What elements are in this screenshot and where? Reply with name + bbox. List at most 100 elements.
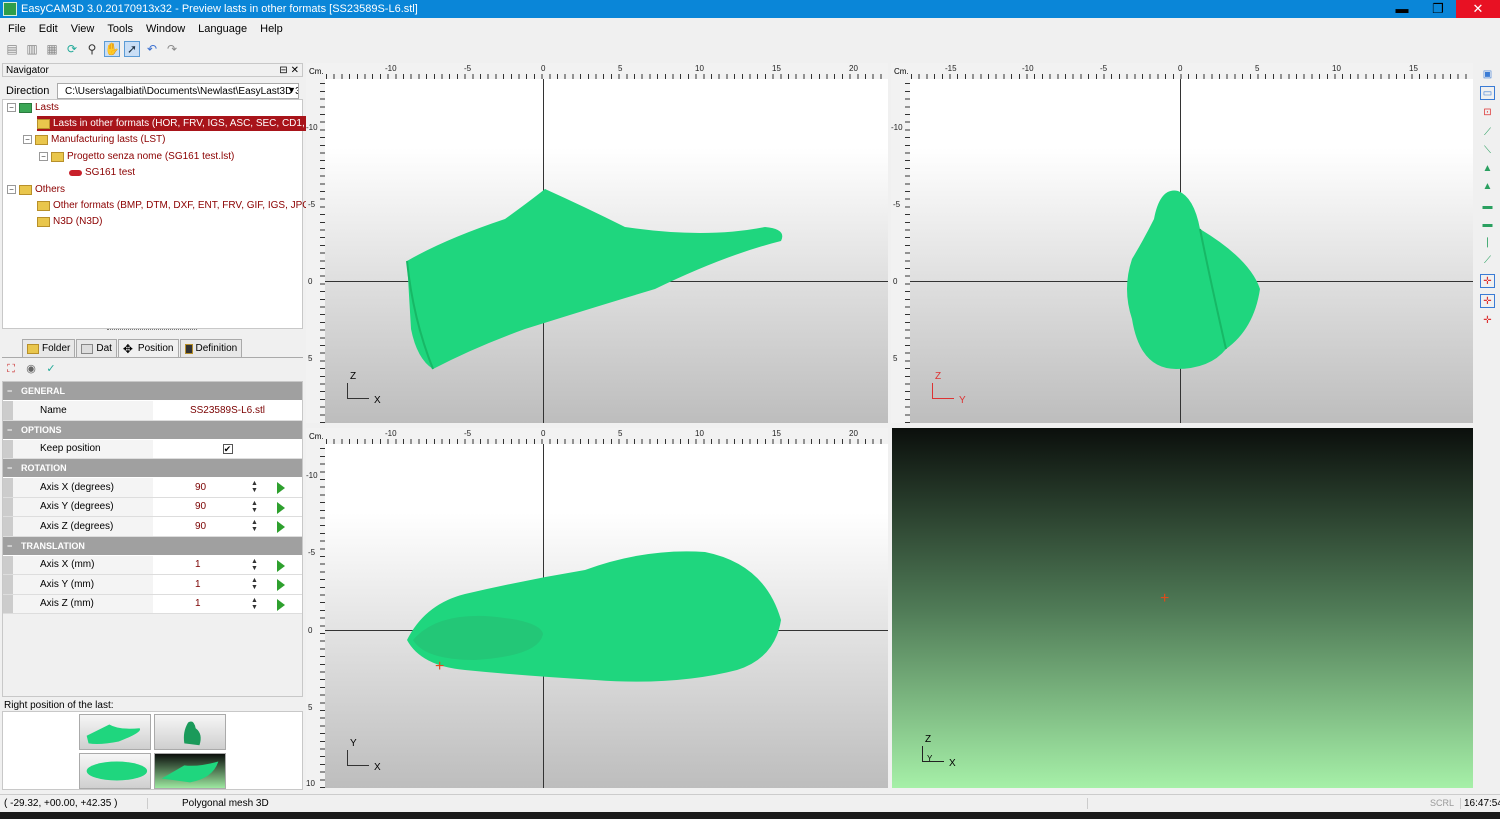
- print-icon[interactable]: ▥: [24, 41, 40, 57]
- play-arrow-icon[interactable]: [277, 482, 285, 494]
- tree-toggle[interactable]: −: [7, 185, 16, 194]
- trans-y-input[interactable]: 1: [195, 579, 201, 590]
- tree-node-lasts[interactable]: − Lasts: [7, 100, 59, 115]
- axis-toggle-alt-icon[interactable]: ✛: [1480, 294, 1495, 308]
- folder-icon: [35, 134, 48, 145]
- zoom-icon[interactable]: ⚲: [84, 41, 100, 57]
- tick-label: -5: [308, 200, 316, 209]
- trans-y-cell: 1 ▲ ▼: [153, 575, 302, 594]
- menu-edit[interactable]: Edit: [31, 23, 63, 35]
- redo-icon[interactable]: ↷: [164, 41, 180, 57]
- play-arrow-icon[interactable]: [277, 521, 285, 533]
- rotate-view-icon[interactable]: ❘: [1480, 236, 1495, 250]
- open-icon[interactable]: ▤: [4, 41, 20, 57]
- trans-z-input[interactable]: 1: [195, 598, 201, 609]
- play-arrow-icon[interactable]: [277, 598, 285, 611]
- spinner-icon[interactable]: ▲ ▼: [251, 577, 258, 591]
- axis-v-label: Z: [350, 371, 357, 382]
- tick-label: 0: [541, 429, 546, 438]
- play-arrow-icon[interactable]: [277, 579, 285, 591]
- keep-position-checkbox[interactable]: ✔: [222, 443, 233, 454]
- minimize-button[interactable]: ▬: [1384, 0, 1420, 18]
- navigator-close-icon[interactable]: ✕: [291, 65, 299, 76]
- object-type: Polygonal mesh 3D: [148, 797, 1088, 809]
- play-arrow-icon[interactable]: [277, 501, 285, 514]
- menu-language[interactable]: Language: [190, 23, 252, 35]
- tab-folder[interactable]: Folder: [22, 339, 76, 357]
- tree-toggle[interactable]: −: [39, 152, 48, 161]
- tree-node-others[interactable]: − Others: [7, 182, 65, 197]
- viewport-side[interactable]: Z X: [325, 79, 888, 423]
- back-view-icon[interactable]: ▲: [1480, 180, 1495, 194]
- tree-toggle[interactable]: −: [23, 135, 32, 144]
- tree-node-sg161-test[interactable]: SG161 test: [69, 165, 135, 180]
- top-view-icon[interactable]: ▬: [1480, 200, 1495, 214]
- axis-toggle-icon[interactable]: ✛: [1480, 274, 1495, 288]
- window-icon[interactable]: ▣: [1480, 68, 1495, 82]
- menu-view[interactable]: View: [63, 23, 100, 35]
- viewport-3d[interactable]: + Z X Y: [892, 428, 1473, 788]
- apply-position-icon[interactable]: ⛶: [4, 362, 18, 376]
- menu-file[interactable]: File: [0, 23, 31, 35]
- tick-label: 5: [893, 354, 898, 363]
- thumb-side-view[interactable]: [79, 714, 151, 750]
- side-view-mirror-icon[interactable]: ⟍: [1480, 144, 1495, 158]
- spinner-icon[interactable]: ▲ ▼: [251, 480, 258, 494]
- rot-y-input[interactable]: 90: [195, 501, 206, 512]
- tab-dat[interactable]: Dat: [76, 339, 117, 357]
- section-options[interactable]: − OPTIONS: [3, 420, 302, 440]
- cm-label: Cm.: [309, 67, 324, 76]
- section-translation[interactable]: − TRANSLATION: [3, 536, 302, 556]
- pan-hand-icon[interactable]: ✋: [104, 41, 120, 57]
- origin-icon[interactable]: ✛: [1480, 314, 1495, 328]
- refresh-icon[interactable]: ⟳: [64, 41, 80, 57]
- tab-position[interactable]: ✥ Position: [117, 339, 179, 357]
- side-view-icon[interactable]: ⟋: [1480, 126, 1495, 140]
- tilt-view-icon[interactable]: ⟋: [1480, 254, 1495, 268]
- maximize-button[interactable]: ❐: [1420, 0, 1456, 18]
- section-rotation[interactable]: − ROTATION: [3, 459, 302, 478]
- thumb-3d-view[interactable]: [154, 753, 226, 789]
- collapse-icon: −: [7, 424, 13, 435]
- thumb-top-view[interactable]: [79, 753, 151, 789]
- spinner-icon[interactable]: ▲ ▼: [251, 558, 258, 572]
- undo-icon[interactable]: ↶: [144, 41, 160, 57]
- thumb-front-view[interactable]: [154, 714, 226, 750]
- marker-cross-icon: +: [1160, 590, 1170, 607]
- confirm-check-icon[interactable]: ✓: [44, 362, 58, 376]
- view-eye-icon[interactable]: ◉: [24, 362, 38, 376]
- spinner-icon[interactable]: ▲ ▼: [251, 597, 258, 611]
- tree-toggle[interactable]: −: [7, 103, 16, 112]
- section-general[interactable]: − GENERAL: [3, 382, 302, 401]
- spinner-icon[interactable]: ▲ ▼: [251, 519, 258, 533]
- close-button[interactable]: ✕: [1456, 0, 1500, 18]
- tick-label: 0: [893, 277, 898, 286]
- tab-definition[interactable]: Definition: [179, 339, 243, 357]
- menu-window[interactable]: Window: [138, 23, 190, 35]
- tree-node-manufacturing-lasts[interactable]: − Manufacturing lasts (LST): [23, 132, 166, 147]
- play-arrow-icon[interactable]: [277, 559, 285, 572]
- direction-select[interactable]: C:\Users\agalbiati\Documents\Newlast\Eas…: [57, 83, 299, 99]
- panel-icon[interactable]: ▭: [1480, 86, 1495, 100]
- pin-icon[interactable]: ⊟: [279, 65, 287, 76]
- tree-node-progetto[interactable]: − Progetto senza nome (SG161 test.lst): [39, 149, 234, 164]
- viewport-front[interactable]: Z Y: [910, 79, 1473, 423]
- rot-x-input[interactable]: 90: [195, 482, 206, 493]
- panel-splitter[interactable]: [107, 329, 197, 335]
- name-value[interactable]: SS23589S-L6.stl: [153, 401, 302, 420]
- save-icon[interactable]: ▦: [44, 41, 60, 57]
- bottom-view-icon[interactable]: ▬: [1480, 218, 1495, 232]
- front-view-icon[interactable]: ▲: [1480, 162, 1495, 176]
- menu-tools[interactable]: Tools: [99, 23, 138, 35]
- viewport-top[interactable]: + Y X: [325, 444, 888, 788]
- menu-help[interactable]: Help: [252, 23, 288, 35]
- spinner-icon[interactable]: ▲ ▼: [251, 500, 258, 514]
- folder-icon: [37, 118, 50, 129]
- right-position-box: [2, 711, 303, 790]
- rot-z-input[interactable]: 90: [195, 521, 206, 532]
- trans-x-input[interactable]: 1: [195, 559, 201, 570]
- definition-icon: [184, 343, 193, 354]
- tree-node-n3d[interactable]: N3D (N3D): [37, 214, 102, 229]
- select-arrow-icon[interactable]: ➚: [124, 41, 140, 57]
- zoom-extents-icon[interactable]: ⊡: [1480, 106, 1495, 120]
